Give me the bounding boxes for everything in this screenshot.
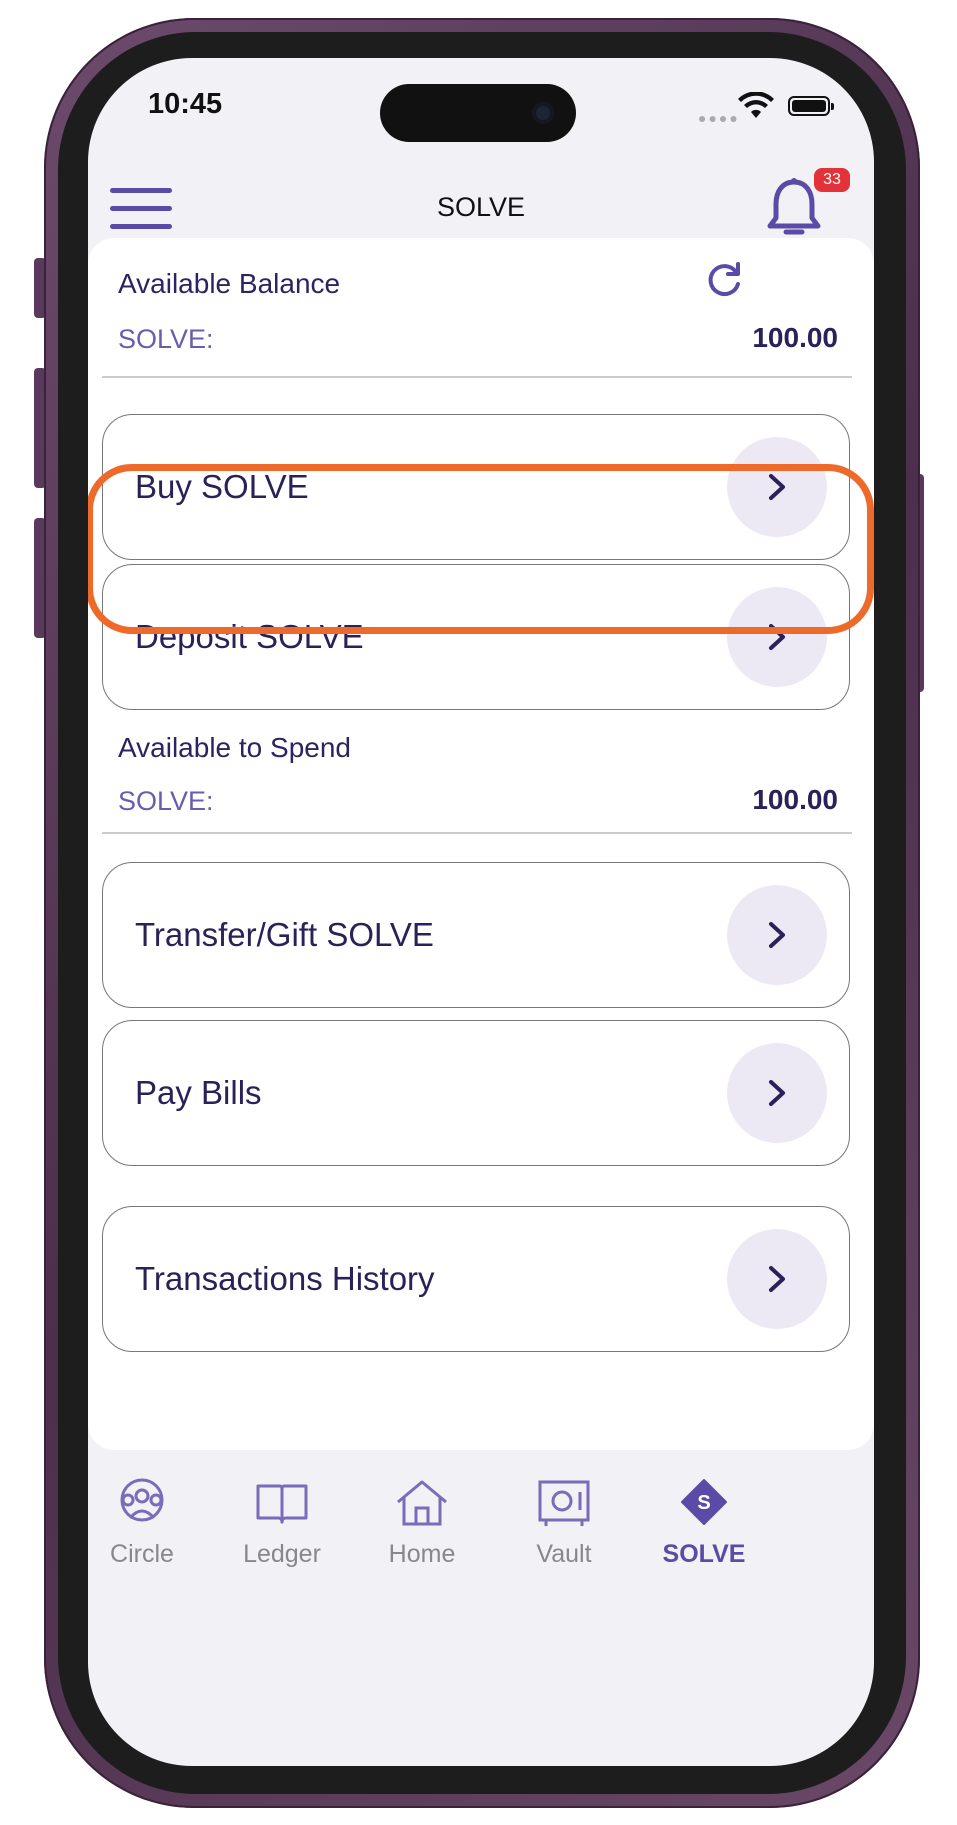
spend-amount: 100.00 <box>752 784 838 815</box>
tab-vault-label: Vault <box>536 1540 592 1568</box>
transfer-gift-label: Transfer/Gift SOLVE <box>135 916 434 953</box>
available-to-spend-label: Available to Spend <box>118 732 351 763</box>
tab-ledger-label: Ledger <box>243 1540 321 1568</box>
transfer-gift-solve-button[interactable]: Transfer/Gift SOLVE <box>102 862 850 1008</box>
available-balance-label: Available Balance <box>118 268 341 299</box>
chevron-right-icon <box>727 1043 827 1143</box>
tab-home-label: Home <box>388 1540 456 1568</box>
battery-icon <box>788 96 834 116</box>
circle-people-icon <box>120 1478 164 1522</box>
home-icon <box>397 1480 447 1526</box>
deposit-solve-button[interactable]: Deposit SOLVE <box>102 564 850 710</box>
notification-badge: 33 <box>814 168 850 192</box>
tab-circle-label: Circle <box>110 1540 174 1568</box>
book-icon <box>256 1484 308 1524</box>
deposit-solve-label: Deposit SOLVE <box>135 618 364 655</box>
wallet-card: Available Balance SOLVE: 100.00 Buy SOLV… <box>88 238 874 1450</box>
chevron-right-icon <box>727 1229 827 1329</box>
status-time: 10:45 <box>148 88 223 120</box>
page-title: SOLVE <box>436 192 526 222</box>
tab-vault[interactable]: Vault <box>494 1462 634 1592</box>
spend-currency-label: SOLVE: <box>118 786 214 816</box>
transactions-history-label: Transactions History <box>135 1260 435 1297</box>
tab-solve-label: SOLVE <box>662 1540 746 1568</box>
balance-currency-label: SOLVE: <box>118 324 214 354</box>
balance-amount: 100.00 <box>752 322 838 353</box>
divider <box>102 376 852 378</box>
bottom-tab-bar: Circle Ledger Home Vault S SOLVE <box>88 1462 874 1612</box>
phone-screen: 10:45 ●●●● SOLVE 33 Available Balance SO… <box>88 58 874 1766</box>
pay-bills-label: Pay Bills <box>135 1074 262 1111</box>
chevron-right-icon <box>727 587 827 687</box>
tab-home[interactable]: Home <box>352 1462 492 1592</box>
transactions-history-button[interactable]: Transactions History <box>102 1206 850 1352</box>
camera-icon <box>532 102 554 124</box>
tab-solve[interactable]: S SOLVE <box>634 1462 774 1592</box>
dynamic-island <box>380 84 576 142</box>
chevron-right-icon <box>727 437 827 537</box>
svg-text:S: S <box>697 1492 710 1514</box>
tab-circle[interactable]: Circle <box>88 1462 212 1592</box>
tab-ledger[interactable]: Ledger <box>212 1462 352 1592</box>
buy-solve-label: Buy SOLVE <box>135 468 309 505</box>
vault-icon <box>538 1480 590 1526</box>
signal-dots-icon: ●●●● <box>698 110 740 126</box>
solve-diamond-icon: S <box>681 1479 727 1525</box>
buy-solve-button[interactable]: Buy SOLVE <box>102 414 850 560</box>
divider <box>102 832 852 834</box>
chevron-right-icon <box>727 885 827 985</box>
pay-bills-button[interactable]: Pay Bills <box>102 1020 850 1166</box>
refresh-icon[interactable] <box>704 260 744 300</box>
wifi-icon <box>738 92 774 118</box>
